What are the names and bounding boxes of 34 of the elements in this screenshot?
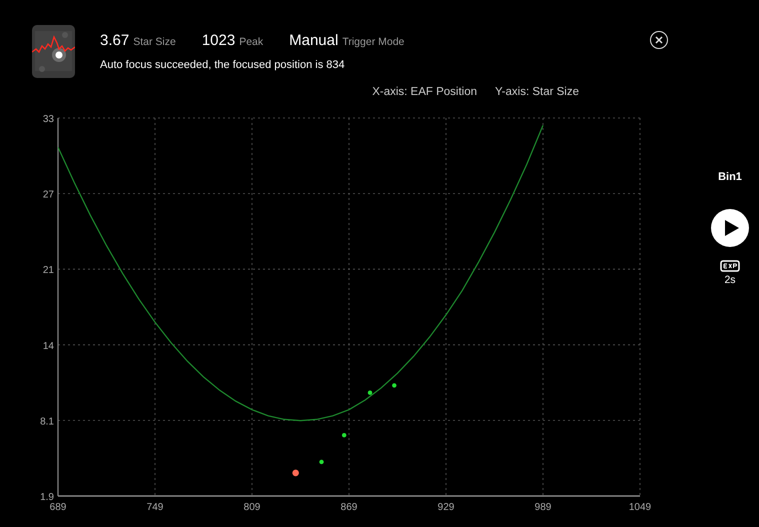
axis-tick-label: 929 [438, 502, 454, 513]
status-message: Auto focus succeeded, the focused position is 834 [100, 59, 346, 71]
data-point [319, 460, 324, 464]
axis-tick-label: 809 [244, 502, 260, 513]
stat-value: Manual [289, 32, 338, 49]
exposure-time: 2s [724, 274, 736, 286]
stat-value: 3.67 [100, 32, 130, 49]
data-point [342, 433, 346, 438]
axis-tick-label: 749 [146, 502, 164, 513]
axis-tick-label: 1.9 [40, 492, 54, 503]
axis-tick-label: 27 [42, 190, 54, 201]
axis-tick-label: 14 [42, 340, 54, 352]
stat-label: Star Size [133, 36, 176, 48]
binning-label[interactable]: Bin1 [718, 171, 742, 183]
axis-tick-label: 869 [340, 502, 358, 513]
stat-value: 1023 [202, 32, 236, 49]
axis-tick-label: 1049 [628, 502, 652, 513]
close-button[interactable] [650, 31, 668, 49]
play-button[interactable] [711, 209, 749, 247]
axis-title: Y-axis: Star Size [495, 86, 579, 100]
data-point [292, 470, 299, 476]
play-icon [724, 220, 738, 236]
axis-tick-label: 8.1 [40, 416, 54, 428]
data-point [368, 390, 372, 395]
stat-label: Trigger Mode [342, 36, 404, 48]
axis-title: X-axis: EAF Position [372, 86, 478, 100]
axis-tick-label: 689 [50, 502, 66, 513]
axis-tick-label: 989 [534, 502, 552, 513]
stat-label: Peak [239, 36, 264, 48]
axis-tick-label: 21 [42, 265, 54, 276]
exposure-icon [720, 260, 740, 272]
axis-tick-label: 33 [42, 114, 54, 125]
data-point [392, 383, 396, 388]
close-icon [655, 36, 663, 44]
